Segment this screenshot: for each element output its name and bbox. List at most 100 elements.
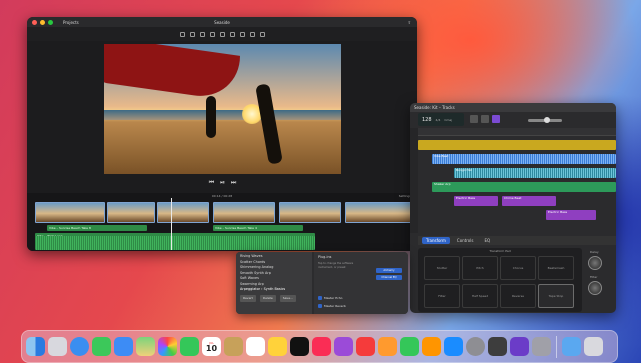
audio-clip-label[interactable]: Vibe – Sunrise Beach Take 8 [47, 225, 147, 231]
filter-icon[interactable] [249, 31, 255, 37]
region-label: Vibe Beat [434, 154, 449, 158]
slider-thumb[interactable] [544, 117, 550, 123]
track-region[interactable]: Electric Bass [546, 210, 596, 220]
revert-button[interactable]: Revert [240, 294, 256, 302]
transform-pad[interactable]: Transform Pad Stutter Pitch Chorus Beats… [418, 248, 582, 312]
messages-icon[interactable] [92, 337, 111, 356]
pad-tape-stop[interactable]: Tape Stop [538, 284, 574, 308]
filter-knob[interactable] [588, 281, 602, 295]
time-signature: 4/4 [435, 117, 441, 122]
keynote-icon[interactable] [378, 337, 397, 356]
pad-stutter[interactable]: Stutter [424, 256, 460, 280]
mail-icon[interactable] [114, 337, 133, 356]
knob-label: Filter [590, 275, 598, 279]
track-region[interactable]: Electric Bass [454, 196, 498, 206]
region-label: Electric Bass [456, 196, 476, 200]
video-clip[interactable] [213, 202, 275, 223]
downloads-icon[interactable] [562, 337, 581, 356]
volume-icon[interactable] [219, 31, 225, 37]
channel-eq-button[interactable]: Channel EQ [376, 275, 402, 280]
video-clip[interactable] [345, 202, 411, 223]
transform-pad-label: Transform Pad [489, 249, 511, 253]
audio-clip-label[interactable]: Vibe – Sunrise Beach Take 4 [213, 225, 303, 231]
imovie-icon[interactable] [510, 337, 529, 356]
maps-icon[interactable] [136, 337, 155, 356]
podcasts-icon[interactable] [334, 337, 353, 356]
timeline[interactable]: 00:14 / 00:28 Settings Vibe – Sunrise Be… [27, 193, 417, 251]
plugins-description: Tap to change the software instrument, o… [318, 262, 354, 269]
track-region[interactable]: Chime Beat [502, 196, 556, 206]
music-icon[interactable] [312, 337, 331, 356]
metronome-button[interactable] [470, 115, 478, 123]
video-clip[interactable] [279, 202, 341, 223]
track-region[interactable]: Shaker Arp [432, 182, 616, 192]
news-icon[interactable] [356, 337, 375, 356]
safari-icon[interactable] [70, 337, 89, 356]
stabilization-icon[interactable] [209, 31, 215, 37]
numbers-icon[interactable] [400, 337, 419, 356]
pad-half-speed[interactable]: Half Speed [462, 284, 498, 308]
delay-knob[interactable] [588, 256, 602, 270]
pages-icon[interactable] [422, 337, 441, 356]
track-region[interactable]: Vibe Beat [432, 154, 616, 164]
speed-icon[interactable] [239, 31, 245, 37]
region-label: Electric Bass [548, 210, 568, 214]
photos-icon[interactable] [158, 337, 177, 356]
count-in-button[interactable] [481, 115, 489, 123]
noise-reduction-icon[interactable] [229, 31, 235, 37]
garageband-icon[interactable] [488, 337, 507, 356]
video-viewer [104, 44, 341, 174]
logic-title: Seaside: Kit – Tracks [410, 103, 616, 112]
pad-beatsmash[interactable]: Beatsmash [538, 256, 574, 280]
pad-pitch[interactable]: Pitch [462, 256, 498, 280]
smart-tempo-button[interactable] [492, 115, 500, 123]
adult-silhouette [255, 83, 283, 165]
trash-icon[interactable] [584, 337, 603, 356]
reminders-icon[interactable] [246, 337, 265, 356]
apple-tv-icon[interactable] [290, 337, 309, 356]
playhead[interactable] [171, 198, 172, 250]
launchpad-icon[interactable] [48, 337, 67, 356]
tab-eq[interactable]: EQ [480, 237, 494, 244]
crop-icon[interactable] [199, 31, 205, 37]
skip-forward-icon[interactable]: ⏭ [231, 179, 236, 187]
library-panel: Rising Waves Scatter Chords Shimmering A… [236, 252, 408, 314]
color-balance-icon[interactable] [179, 31, 185, 37]
logic-window: Seaside: Kit – Tracks 128 4/4 Cmaj Vibe … [410, 103, 616, 313]
pad-reverse[interactable]: Reverse [500, 284, 536, 308]
app-store-icon[interactable] [444, 337, 463, 356]
plugins-panel: Plug-ins Tap to change the software inst… [314, 252, 408, 314]
info-icon[interactable] [259, 31, 265, 37]
delete-button[interactable]: Delete [259, 294, 276, 302]
breadcrumb-synth[interactable]: Synth Basics [264, 287, 286, 291]
track-region-yellow[interactable] [418, 140, 616, 150]
video-clip[interactable] [157, 202, 209, 223]
ruler[interactable] [418, 128, 616, 136]
notes-icon[interactable] [268, 337, 287, 356]
save-button[interactable]: Save... [279, 294, 296, 302]
calendar-icon[interactable]: JUL 10 [202, 337, 221, 356]
export-button[interactable]: ⇪ [408, 20, 411, 25]
system-preferences-icon[interactable] [466, 337, 485, 356]
tab-controls[interactable]: Controls [453, 237, 478, 244]
logic-icon[interactable] [532, 337, 551, 356]
master-volume-slider[interactable] [528, 117, 562, 123]
pad-chorus[interactable]: Chorus [500, 256, 536, 280]
play-pause-icon[interactable]: ⏯ [220, 179, 225, 187]
contacts-icon[interactable] [224, 337, 243, 356]
facetime-icon[interactable] [180, 337, 199, 356]
video-clip[interactable] [35, 202, 105, 223]
finder-icon[interactable] [26, 337, 45, 356]
smart-controls-tabs: Transform Controls EQ [418, 236, 616, 245]
master-reverb-check[interactable]: Master Reverb [318, 304, 346, 308]
pad-filter[interactable]: Filter [424, 284, 460, 308]
master-echo-check[interactable]: Master Echo [318, 296, 342, 300]
video-clip[interactable] [107, 202, 155, 223]
alchemy-button[interactable]: Alchemy [376, 268, 402, 273]
music-waveform[interactable] [35, 236, 315, 250]
color-correction-icon[interactable] [189, 31, 195, 37]
tab-transform[interactable]: Transform [422, 237, 450, 244]
track-region[interactable]: Bongo Hat [454, 168, 616, 178]
skip-back-icon[interactable]: ⏮ [209, 179, 214, 187]
breadcrumb-arpeggiator[interactable]: Arpeggiator [240, 287, 260, 291]
